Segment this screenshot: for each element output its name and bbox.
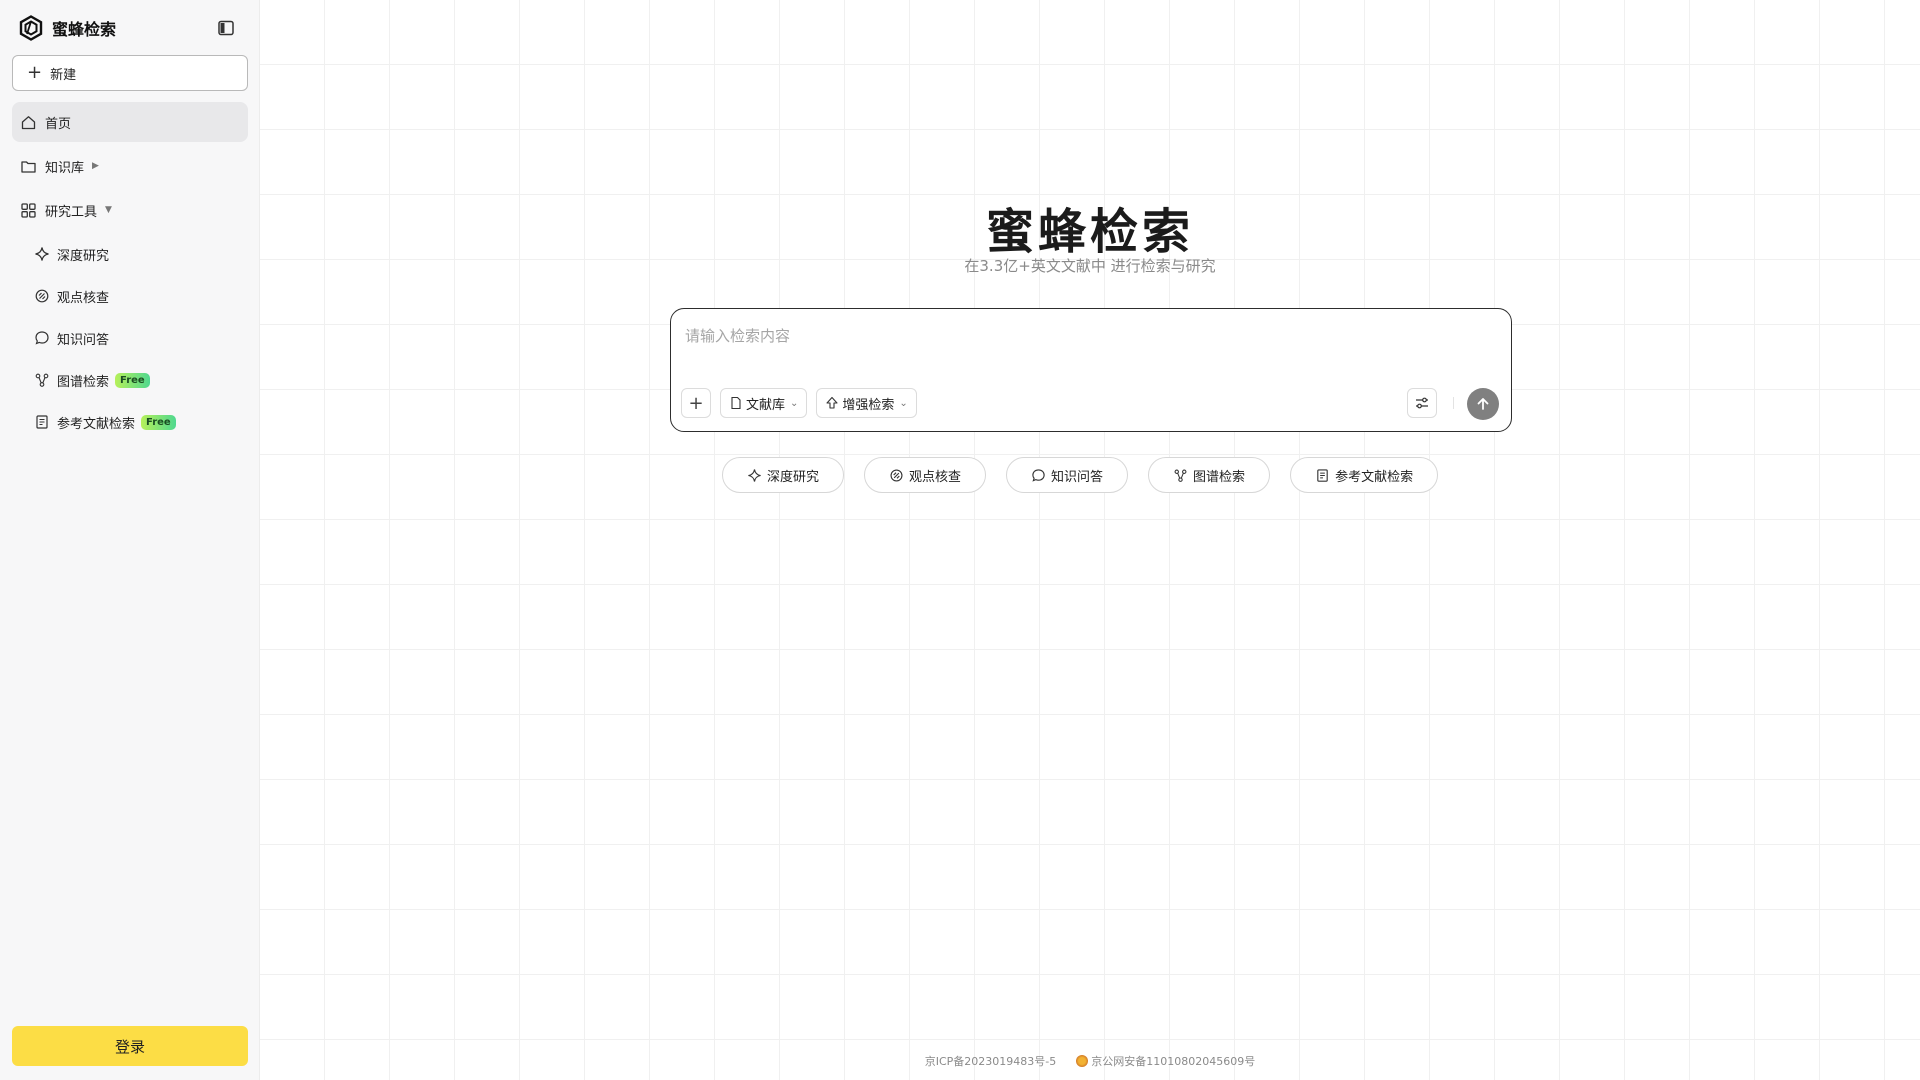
chip-graph-search[interactable]: 图谱检索 [1148,457,1271,493]
hero-title: 蜜蜂检索 [985,204,1194,260]
sidebar-item-research-tools[interactable]: 研究工具 ▼ [12,190,248,230]
police-record-text: 京公网安备11010802045609号 [1091,1055,1256,1068]
sidebar-item-knowledge-base[interactable]: 知识库 ▶ [12,146,248,186]
grid-icon [21,202,36,218]
footer: 京ICP备2023019483号-5 京公网安备11010802045609号 [260,1053,1920,1069]
police-record-link[interactable]: 京公网安备11010802045609号 [1076,1053,1255,1069]
folder-icon [21,160,36,173]
new-button[interactable]: + 新建 [12,55,248,91]
brand-name: 蜜蜂检索 [52,19,117,39]
search-input[interactable] [685,323,1485,349]
sidebar-tool-label: 参考文献检索 [57,416,136,432]
chevron-down-icon: ⌄ [790,397,799,409]
chip-label: 知识问答 [1051,469,1104,485]
chip-label: 深度研究 [767,469,820,485]
sidebar-tool-reference-search[interactable]: 参考文献检索 Free [12,402,248,442]
sidebar-tool-label: 观点核查 [57,290,110,306]
filter-button[interactable] [1407,388,1437,418]
chip-deep-research[interactable]: 深度研究 [722,457,845,493]
library-label: 文献库 [746,397,786,413]
caret-down-icon: ▼ [105,205,112,215]
home-icon [21,115,36,129]
reference-icon [36,415,48,429]
sidebar-nav: 首页 知识库 ▶ 研究工具 ▼ 深度研究 观点核查 知识问答 图谱检索 Free… [12,102,248,442]
quick-chips: 深度研究 观点核查 知识问答 图谱检索 参考文献检索 [722,457,1439,493]
attach-button[interactable]: + [681,388,711,418]
plus-icon: + [688,392,704,414]
enhanced-search-dropdown[interactable]: 增强检索 ⌄ [816,388,917,418]
chip-fact-check[interactable]: 观点核查 [864,457,987,493]
sidebar-item-label: 知识库 [45,160,85,176]
login-button[interactable]: 登录 [12,1026,248,1066]
sidebar-tool-label: 知识问答 [57,332,110,348]
sparkle-icon [35,247,49,261]
chip-qa[interactable]: 知识问答 [1006,457,1129,493]
chip-label: 观点核查 [909,469,962,485]
enhance-icon [826,396,838,409]
sparkle-icon [748,468,761,482]
sidebar-tool-fact-check[interactable]: 观点核查 [12,276,248,316]
graph-icon [1174,469,1187,482]
chip-label: 图谱检索 [1193,469,1246,485]
brand[interactable]: 蜜蜂检索 [12,0,247,55]
sliders-icon [1416,397,1428,409]
arrow-up-icon [1477,398,1489,410]
library-dropdown[interactable]: 文献库 ⌄ [720,388,808,418]
sidebar-tool-label: 深度研究 [57,248,110,264]
sidebar-tool-qa[interactable]: 知识问答 [12,318,248,358]
sidebar: 蜜蜂检索 + 新建 首页 知识库 ▶ 研究工具 ▼ 深度研究 观点核查 知识问答… [0,0,260,1080]
free-badge: Free [141,414,176,430]
main-content: 蜜蜂检索 在3.3亿+英文文献中 进行检索与研究 + 文献库 ⌄ [260,0,1920,1080]
free-badge: Free [115,372,150,388]
sidebar-item-label: 研究工具 [45,204,98,220]
sidebar-item-home[interactable]: 首页 [12,102,248,142]
logo-icon [19,14,43,41]
plus-icon: + [27,62,43,83]
send-button[interactable] [1467,388,1499,420]
icp-link[interactable]: 京ICP备2023019483号-5 [925,1053,1057,1069]
new-button-label: 新建 [50,67,77,83]
sidebar-tool-label: 图谱检索 [57,374,110,390]
link-icon [35,289,49,303]
sidebar-item-label: 首页 [45,116,72,132]
app: 蜜蜂检索 + 新建 首页 知识库 ▶ 研究工具 ▼ 深度研究 观点核查 知识问答… [0,0,1920,1080]
chip-label: 参考文献检索 [1335,469,1414,485]
chat-icon [1032,468,1045,482]
reference-icon [1317,468,1328,482]
link-icon [890,468,903,482]
graph-icon [35,373,49,387]
chat-icon [35,331,49,345]
chip-reference-search[interactable]: 参考文献检索 [1290,457,1439,493]
enhanced-label: 增强检索 [842,397,895,413]
search-box: + 文献库 ⌄ 增强检索 ⌄ [670,308,1512,432]
sidebar-collapse-icon[interactable] [217,19,235,37]
caret-right-icon: ▶ [92,161,99,171]
hero-subtitle: 在3.3亿+英文文献中 进行检索与研究 [964,257,1216,275]
sidebar-tool-deep-research[interactable]: 深度研究 [12,234,248,274]
search-toolbar: + 文献库 ⌄ 增强检索 ⌄ [681,388,917,418]
police-badge-icon [1076,1055,1089,1067]
sidebar-tool-graph-search[interactable]: 图谱检索 Free [12,360,248,400]
chevron-down-icon: ⌄ [899,397,908,409]
document-icon [731,396,741,410]
toolbar-divider [1453,397,1454,409]
